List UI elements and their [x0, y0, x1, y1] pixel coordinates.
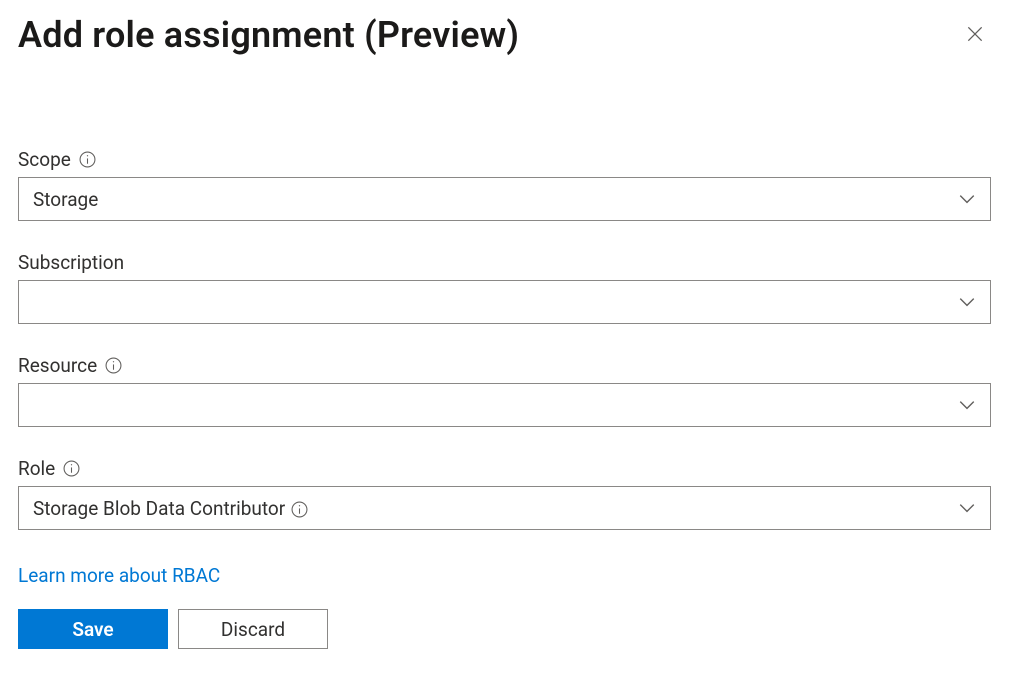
role-value: Storage Blob Data Contributor: [33, 497, 308, 520]
field-label-row: Subscription: [18, 251, 991, 274]
scope-label: Scope: [18, 148, 71, 171]
scope-dropdown[interactable]: Storage: [18, 177, 991, 221]
panel-header: Add role assignment (Preview): [18, 14, 991, 56]
chevron-down-icon: [958, 499, 976, 517]
close-button[interactable]: [959, 19, 991, 51]
info-icon[interactable]: [291, 501, 308, 518]
button-row: Save Discard: [18, 609, 991, 649]
role-value-text: Storage Blob Data Contributor: [33, 497, 285, 520]
chevron-down-icon: [958, 293, 976, 311]
subscription-dropdown[interactable]: [18, 280, 991, 324]
page-title: Add role assignment (Preview): [18, 14, 519, 56]
save-button[interactable]: Save: [18, 609, 168, 649]
discard-button[interactable]: Discard: [178, 609, 328, 649]
role-dropdown[interactable]: Storage Blob Data Contributor: [18, 486, 991, 530]
field-role: Role Storage Blob Data Contributor: [18, 457, 991, 530]
chevron-down-icon: [958, 190, 976, 208]
info-icon[interactable]: [105, 357, 122, 374]
chevron-down-icon: [958, 396, 976, 414]
field-label-row: Role: [18, 457, 991, 480]
resource-dropdown[interactable]: [18, 383, 991, 427]
scope-value: Storage: [33, 188, 98, 211]
field-subscription: Subscription: [18, 251, 991, 324]
info-icon[interactable]: [63, 460, 80, 477]
subscription-label: Subscription: [18, 251, 124, 274]
rbac-learn-more-link[interactable]: Learn more about RBAC: [18, 564, 220, 587]
info-icon[interactable]: [79, 151, 96, 168]
close-icon: [965, 24, 985, 47]
field-scope: Scope Storage: [18, 148, 991, 221]
field-label-row: Scope: [18, 148, 991, 171]
field-label-row: Resource: [18, 354, 991, 377]
field-resource: Resource: [18, 354, 991, 427]
resource-label: Resource: [18, 354, 97, 377]
role-label: Role: [18, 457, 55, 480]
